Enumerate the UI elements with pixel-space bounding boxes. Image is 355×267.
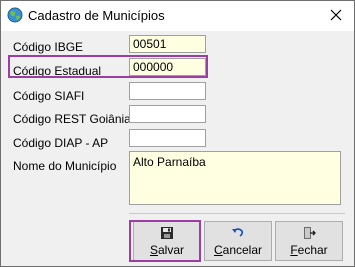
salvar-label: alvar — [158, 243, 185, 257]
label-codigo-rest-goiania: Código REST Goiânia — [13, 112, 131, 126]
fechar-button[interactable]: Fechar — [275, 221, 343, 261]
label-codigo-estadual: Código Estadual — [13, 64, 102, 78]
title-bar[interactable]: Cadastro de Municípios — [1, 1, 354, 31]
codigo-ibge-input[interactable] — [129, 35, 206, 53]
codigo-siafi-input[interactable] — [129, 82, 206, 100]
cancelar-button[interactable]: Cancelar — [204, 221, 272, 261]
undo-arrow-icon — [232, 228, 244, 237]
salvar-button[interactable]: Salvar — [133, 221, 201, 261]
dialog-window: Cadastro de Municípios Código IBGE Códig… — [0, 0, 355, 267]
label-codigo-ibge: Código IBGE — [13, 40, 84, 54]
globe-icon — [7, 7, 23, 23]
floppy-disk-icon — [161, 227, 173, 239]
fechar-label: echar — [297, 243, 328, 257]
button-separator — [129, 213, 345, 214]
window-title: Cadastro de Municípios — [28, 8, 165, 23]
codigo-estadual-input[interactable] — [129, 58, 206, 76]
close-button[interactable] — [319, 2, 353, 28]
form-body: Código IBGE Código Estadual Código SIAFI… — [1, 31, 354, 266]
salvar-accel: S — [149, 243, 158, 257]
exit-door-icon — [304, 227, 316, 239]
nome-municipio-textarea[interactable]: Alto Parnaíba — [129, 151, 341, 205]
fechar-accel: F — [290, 243, 298, 257]
codigo-rest-goiania-input[interactable] — [129, 105, 206, 123]
close-icon — [330, 9, 342, 21]
label-codigo-diap-ap: Código DIAP - AP — [13, 136, 109, 150]
codigo-diap-ap-input[interactable] — [129, 129, 206, 147]
label-nome-municipio: Nome do Município — [13, 159, 117, 173]
label-codigo-siafi: Código SIAFI — [13, 89, 85, 103]
cancelar-accel: C — [213, 243, 223, 257]
cancelar-label: ancelar — [222, 243, 263, 257]
